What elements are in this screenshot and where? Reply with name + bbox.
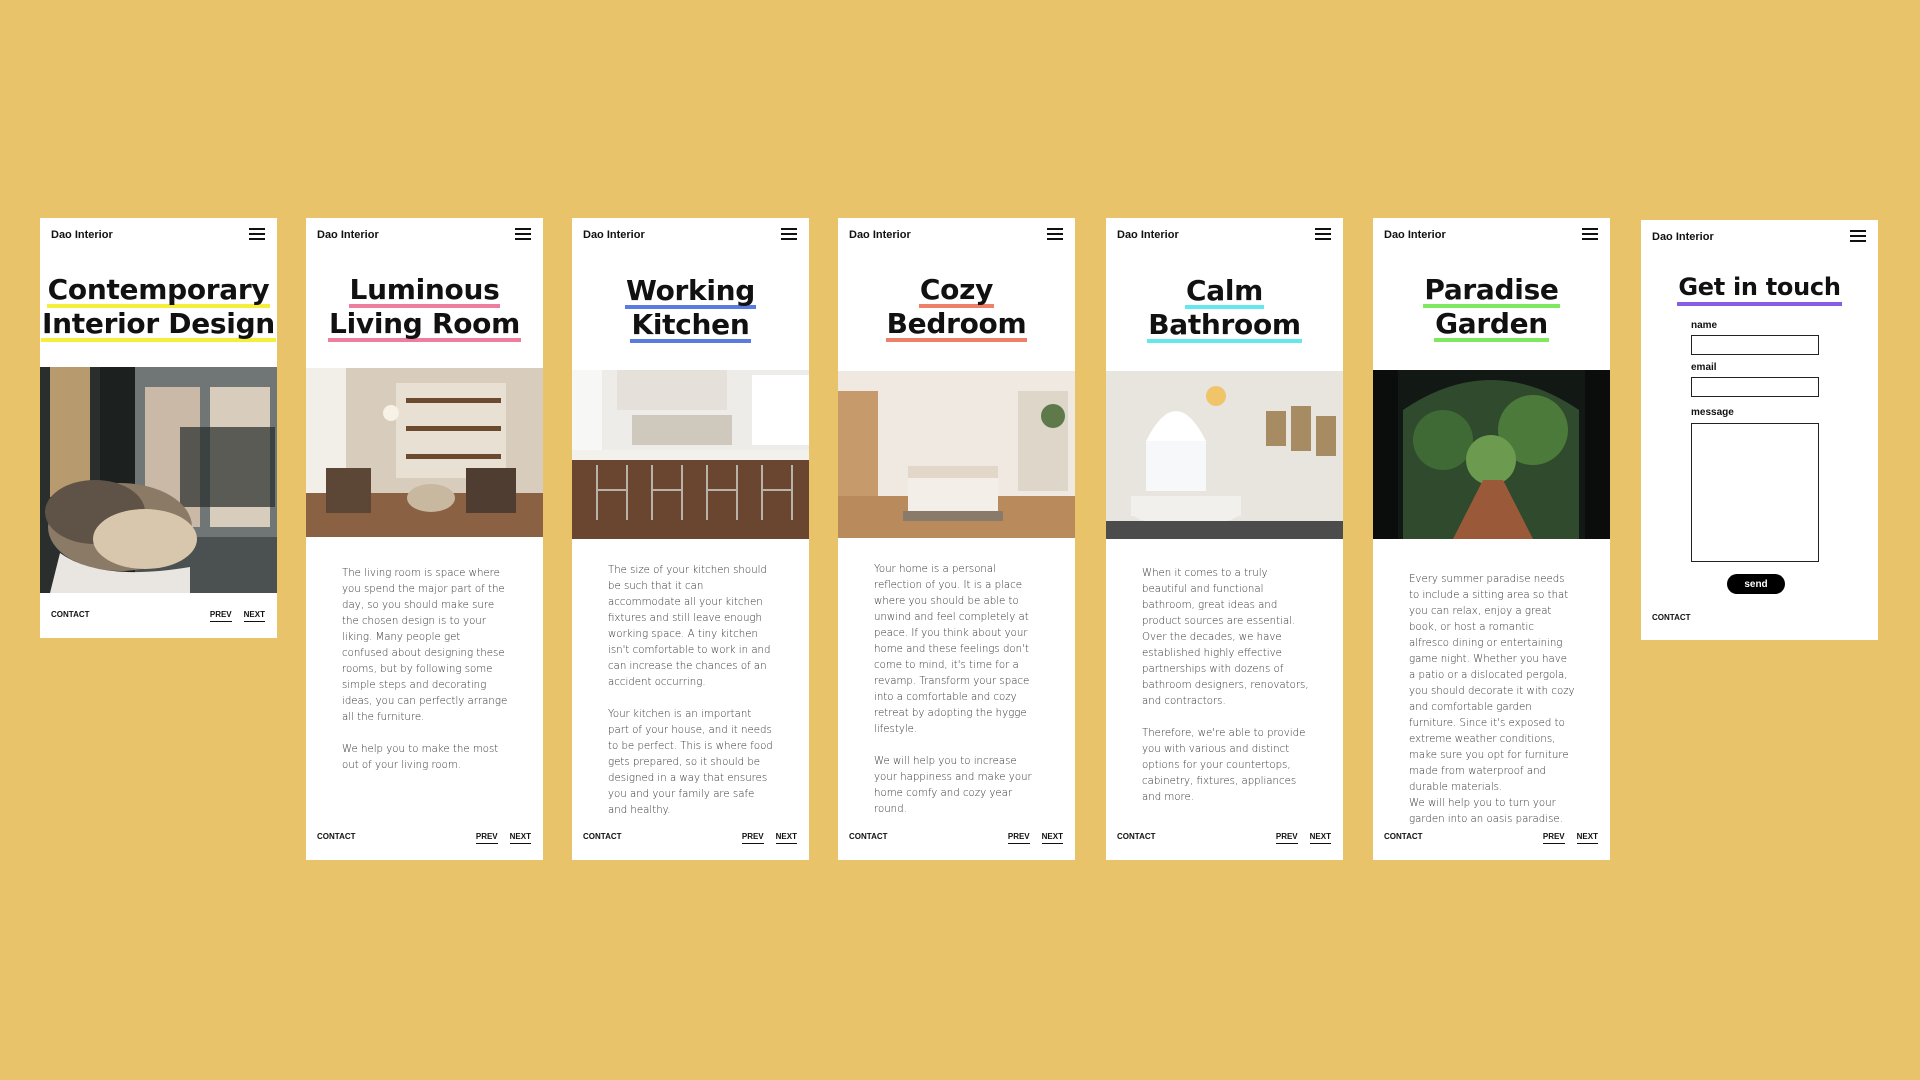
hamburger-menu-icon[interactable] xyxy=(1315,228,1331,240)
prev-link[interactable]: PREV xyxy=(475,832,498,844)
message-field[interactable] xyxy=(1691,423,1819,562)
email-field[interactable] xyxy=(1691,377,1819,397)
title-line-1: Working xyxy=(624,274,757,309)
body-paragraph: We help you to make the most out of your… xyxy=(342,744,499,771)
hamburger-menu-icon[interactable] xyxy=(781,228,797,240)
contact-link[interactable]: CONTACT xyxy=(583,832,622,841)
hamburger-menu-icon[interactable] xyxy=(1850,230,1866,242)
title-line-2: Bathroom xyxy=(1147,308,1302,343)
card-body: Your home is a personal reflection of yo… xyxy=(874,562,1041,834)
card-living-room: Dao Interior Luminous Living Room The li… xyxy=(306,218,543,860)
contact-link[interactable]: CONTACT xyxy=(1117,832,1156,841)
kitchen-photo xyxy=(572,370,809,539)
title-line-2: Garden xyxy=(1434,307,1549,342)
prev-link[interactable]: PREV xyxy=(1275,832,1298,844)
message-label: message xyxy=(1691,407,1734,418)
garden-photo xyxy=(1373,370,1610,539)
brand-logo[interactable]: Dao Interior xyxy=(1384,229,1446,241)
page-title: Luminous Living Room xyxy=(306,274,543,342)
living-room-photo xyxy=(306,368,543,537)
contact-link[interactable]: CONTACT xyxy=(51,610,90,619)
prev-link[interactable]: PREV xyxy=(1007,832,1030,844)
contact-link[interactable]: CONTACT xyxy=(1652,613,1691,622)
card-contact: Dao Interior Get in touch name email mes… xyxy=(1641,220,1878,640)
card-body: The living room is space where you spend… xyxy=(342,566,509,790)
body-paragraph: We will help you to turn your garden int… xyxy=(1409,798,1563,825)
hamburger-menu-icon[interactable] xyxy=(249,228,265,240)
next-link[interactable]: NEXT xyxy=(243,610,265,622)
send-button[interactable]: send xyxy=(1727,574,1785,594)
card-bedroom: Dao Interior Cozy Bedroom Your home is a… xyxy=(838,218,1075,860)
card-garden: Dao Interior Paradise Garden Every summe… xyxy=(1373,218,1610,860)
name-field[interactable] xyxy=(1691,335,1819,355)
card-body: The size of your kitchen should be such … xyxy=(608,563,775,835)
hamburger-menu-icon[interactable] xyxy=(1047,228,1063,240)
hamburger-menu-icon[interactable] xyxy=(1582,228,1598,240)
card-body: Every summer paradise needs to include a… xyxy=(1409,572,1576,844)
title-line-2: Kitchen xyxy=(630,308,751,343)
card-kitchen: Dao Interior Working Kitchen The size of… xyxy=(572,218,809,860)
body-paragraph: The size of your kitchen should be such … xyxy=(608,565,771,688)
body-paragraph: Your kitchen is an important part of you… xyxy=(608,709,773,816)
next-link[interactable]: NEXT xyxy=(1041,832,1063,844)
next-link[interactable]: NEXT xyxy=(1309,832,1331,844)
brand-logo[interactable]: Dao Interior xyxy=(51,229,113,241)
title-line-1: Cozy xyxy=(918,273,995,308)
name-label: name xyxy=(1691,320,1718,331)
body-paragraph: We will help you to increase your happin… xyxy=(874,756,1032,815)
title-line-1: Calm xyxy=(1184,274,1265,309)
email-label: email xyxy=(1691,362,1717,373)
title-line-2: Living Room xyxy=(328,307,521,342)
title-line-1: Contemporary xyxy=(46,273,271,308)
bedroom-photo xyxy=(838,371,1075,538)
body-paragraph: When it comes to a truly beautiful and f… xyxy=(1142,568,1309,707)
body-paragraph: The living room is space where you spend… xyxy=(342,568,508,723)
bathroom-photo xyxy=(1106,371,1343,539)
title-line-1: Paradise xyxy=(1423,273,1560,308)
body-paragraph: Your home is a personal reflection of yo… xyxy=(874,564,1030,735)
card-body: When it comes to a truly beautiful and f… xyxy=(1142,566,1309,822)
body-paragraph: Therefore, we're able to provide you wit… xyxy=(1142,728,1306,803)
next-link[interactable]: NEXT xyxy=(509,832,531,844)
next-link[interactable]: NEXT xyxy=(1576,832,1598,844)
title-line-1: Get in touch xyxy=(1677,273,1842,306)
brand-logo[interactable]: Dao Interior xyxy=(1652,231,1714,243)
brand-logo[interactable]: Dao Interior xyxy=(583,229,645,241)
page-title: Working Kitchen xyxy=(572,275,809,343)
armchair-window-photo xyxy=(40,367,277,593)
contact-title: Get in touch xyxy=(1641,272,1878,306)
page-title: Cozy Bedroom xyxy=(838,274,1075,342)
brand-logo[interactable]: Dao Interior xyxy=(1117,229,1179,241)
contact-link[interactable]: CONTACT xyxy=(1384,832,1423,841)
page-title: Contemporary Interior Design xyxy=(40,274,277,342)
title-line-2: Bedroom xyxy=(885,307,1028,342)
page-title: Paradise Garden xyxy=(1373,274,1610,342)
page-title: Calm Bathroom xyxy=(1106,275,1343,343)
body-paragraph: Every summer paradise needs to include a… xyxy=(1409,574,1575,793)
card-contemporary: Dao Interior Contemporary Interior Desig… xyxy=(40,218,277,638)
prev-link[interactable]: PREV xyxy=(741,832,764,844)
brand-logo[interactable]: Dao Interior xyxy=(317,229,379,241)
brand-logo[interactable]: Dao Interior xyxy=(849,229,911,241)
prev-link[interactable]: PREV xyxy=(209,610,232,622)
card-bathroom: Dao Interior Calm Bathroom When it comes… xyxy=(1106,218,1343,860)
hamburger-menu-icon[interactable] xyxy=(515,228,531,240)
contact-link[interactable]: CONTACT xyxy=(849,832,888,841)
contact-link[interactable]: CONTACT xyxy=(317,832,356,841)
title-line-1: Luminous xyxy=(348,273,501,308)
prev-link[interactable]: PREV xyxy=(1542,832,1565,844)
title-line-2: Interior Design xyxy=(41,307,276,342)
next-link[interactable]: NEXT xyxy=(775,832,797,844)
